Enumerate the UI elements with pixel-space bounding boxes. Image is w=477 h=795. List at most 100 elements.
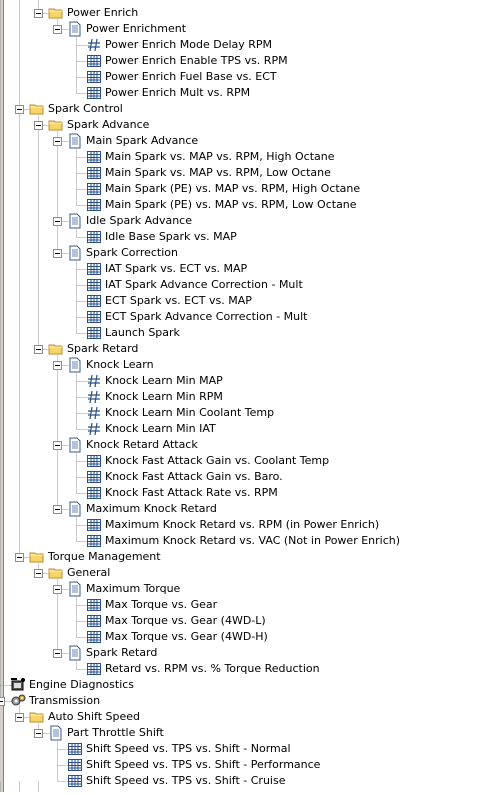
tree-item-label[interactable]: Knock Fast Attack Gain vs. Coolant Temp	[105, 453, 329, 469]
folder-icon	[48, 117, 64, 133]
collapse-toggle[interactable]	[15, 553, 24, 562]
collapse-toggle[interactable]	[0, 697, 5, 706]
tree-item-label[interactable]: Maximum Torque	[86, 581, 180, 597]
tree-item-label[interactable]: Max Torque vs. Gear	[105, 597, 217, 613]
table-icon	[86, 165, 102, 181]
tree-item-label[interactable]: Idle Spark Advance	[86, 213, 192, 229]
table-icon	[86, 149, 102, 165]
transmission-gears-icon	[10, 693, 26, 709]
tree-item-label[interactable]: Part Throttle Shift	[67, 725, 164, 741]
tree-item-label[interactable]: Main Spark (PE) vs. MAP vs. RPM, High Oc…	[105, 181, 360, 197]
scalar-value-icon	[86, 389, 102, 405]
table-icon	[86, 309, 102, 325]
tree-item-label[interactable]: Power Enrich Fuel Base vs. ECT	[105, 69, 277, 85]
table-icon	[86, 533, 102, 549]
document-icon	[67, 21, 83, 37]
tree-item-label[interactable]: Shift Speed vs. TPS vs. Shift - Normal	[86, 741, 291, 757]
table-icon	[86, 517, 102, 533]
tree-item-label[interactable]: Maximum Knock Retard	[86, 501, 217, 517]
tree-item-label[interactable]: Spark Retard	[86, 645, 157, 661]
collapse-toggle[interactable]	[15, 105, 24, 114]
tree-item-label[interactable]: Knock Fast Attack Gain vs. Baro.	[105, 469, 283, 485]
collapse-toggle[interactable]	[53, 441, 62, 450]
tree-item-label[interactable]: ECT Spark Advance Correction - Mult	[105, 309, 308, 325]
tree-item-label[interactable]: Shift Speed vs. TPS vs. Shift - Performa…	[86, 757, 320, 773]
table-icon	[86, 613, 102, 629]
scalar-value-icon	[86, 37, 102, 53]
tree-item-label[interactable]: Spark Correction	[86, 245, 178, 261]
collapse-toggle[interactable]	[53, 137, 62, 146]
table-icon	[86, 597, 102, 613]
tree-item-label[interactable]: Knock Fast Attack Rate vs. RPM	[105, 485, 278, 501]
tree-item-label[interactable]: Idle Base Spark vs. MAP	[105, 229, 237, 245]
tree-item-label[interactable]: Knock Learn Min RPM	[105, 389, 223, 405]
tree-item-label[interactable]: Max Torque vs. Gear (4WD-H)	[105, 629, 268, 645]
table-icon	[86, 469, 102, 485]
document-icon	[67, 501, 83, 517]
calibration-tree-view[interactable]: Power Enrich Power Enrichment Power Enrich…	[0, 0, 477, 793]
tree-item-label[interactable]: Main Spark Advance	[86, 133, 198, 149]
document-icon	[67, 357, 83, 373]
table-icon	[86, 661, 102, 677]
tree-item-label[interactable]: General	[67, 565, 110, 581]
collapse-toggle[interactable]	[34, 569, 43, 578]
tree-item-label[interactable]: Power Enrichment	[86, 21, 186, 37]
collapse-toggle[interactable]	[53, 25, 62, 34]
tree-item-label[interactable]: Transmission	[29, 693, 100, 709]
tree-item-label[interactable]: Main Spark (PE) vs. MAP vs. RPM, Low Oct…	[105, 197, 357, 213]
tree-item-label[interactable]: Main Spark vs. MAP vs. RPM, Low Octane	[105, 165, 331, 181]
collapse-toggle[interactable]	[34, 345, 43, 354]
tree-item-label[interactable]: Maximum Knock Retard vs. RPM (in Power E…	[105, 517, 379, 533]
tree-item-label[interactable]: Main Spark vs. MAP vs. RPM, High Octane	[105, 149, 335, 165]
collapse-toggle[interactable]	[34, 121, 43, 130]
collapse-toggle[interactable]	[34, 9, 43, 18]
document-icon	[67, 133, 83, 149]
table-icon	[86, 85, 102, 101]
table-icon	[67, 757, 83, 773]
tree-item-label[interactable]: Power Enrich Mult vs. RPM	[105, 85, 250, 101]
tree-item-label[interactable]: Knock Learn Min IAT	[105, 421, 216, 437]
tree-item-label[interactable]: Retard vs. RPM vs. % Torque Reduction	[105, 661, 320, 677]
collapse-toggle[interactable]	[34, 729, 43, 738]
collapse-toggle[interactable]	[15, 713, 24, 722]
table-icon	[86, 629, 102, 645]
tree-item-label[interactable]: Spark Retard	[67, 341, 138, 357]
tree-item-label[interactable]: Max Torque vs. Gear (4WD-L)	[105, 613, 266, 629]
tree-item-label[interactable]: Shift Speed vs. TPS vs. Shift - Cruise	[86, 773, 285, 789]
collapse-toggle[interactable]	[53, 585, 62, 594]
tree-item-label[interactable]: Knock Learn	[86, 357, 154, 373]
collapse-toggle[interactable]	[53, 249, 62, 258]
collapse-toggle[interactable]	[53, 217, 62, 226]
folder-icon	[29, 101, 45, 117]
tree-item-label[interactable]: Torque Management	[48, 549, 161, 565]
document-icon	[48, 725, 64, 741]
collapse-toggle[interactable]	[53, 505, 62, 514]
tree-item-label[interactable]: IAT Spark Advance Correction - Mult	[105, 277, 303, 293]
table-icon	[86, 293, 102, 309]
tree-item-label[interactable]: Spark Advance	[67, 117, 149, 133]
table-icon	[67, 773, 83, 789]
tree-item-label[interactable]: Power Enrich	[67, 5, 138, 21]
table-icon	[86, 277, 102, 293]
table-icon	[86, 453, 102, 469]
tree-item-label[interactable]: ECT Spark vs. ECT vs. MAP	[105, 293, 252, 309]
tree-item-label[interactable]: Knock Learn Min Coolant Temp	[105, 405, 274, 421]
document-icon	[67, 581, 83, 597]
tree-item-label[interactable]: Launch Spark	[105, 325, 180, 341]
tree-item-label[interactable]: Power Enrich Mode Delay RPM	[105, 37, 272, 53]
folder-icon	[29, 709, 45, 725]
tree-item-label[interactable]: Engine Diagnostics	[29, 677, 134, 693]
tree-item-label[interactable]: Knock Retard Attack	[86, 437, 198, 453]
table-icon	[86, 197, 102, 213]
scalar-value-icon	[86, 421, 102, 437]
tree-item-label[interactable]: Maximum Knock Retard vs. VAC (Not in Pow…	[105, 533, 400, 549]
tree-item-label[interactable]: Power Enrich Enable TPS vs. RPM	[105, 53, 288, 69]
table-icon	[86, 53, 102, 69]
collapse-toggle[interactable]	[53, 361, 62, 370]
folder-icon	[48, 341, 64, 357]
tree-item-label[interactable]: IAT Spark vs. ECT vs. MAP	[105, 261, 247, 277]
tree-item-label[interactable]: Knock Learn Min MAP	[105, 373, 223, 389]
collapse-toggle[interactable]	[53, 649, 62, 658]
tree-item-label[interactable]: Spark Control	[48, 101, 123, 117]
tree-item-label[interactable]: Auto Shift Speed	[48, 709, 140, 725]
